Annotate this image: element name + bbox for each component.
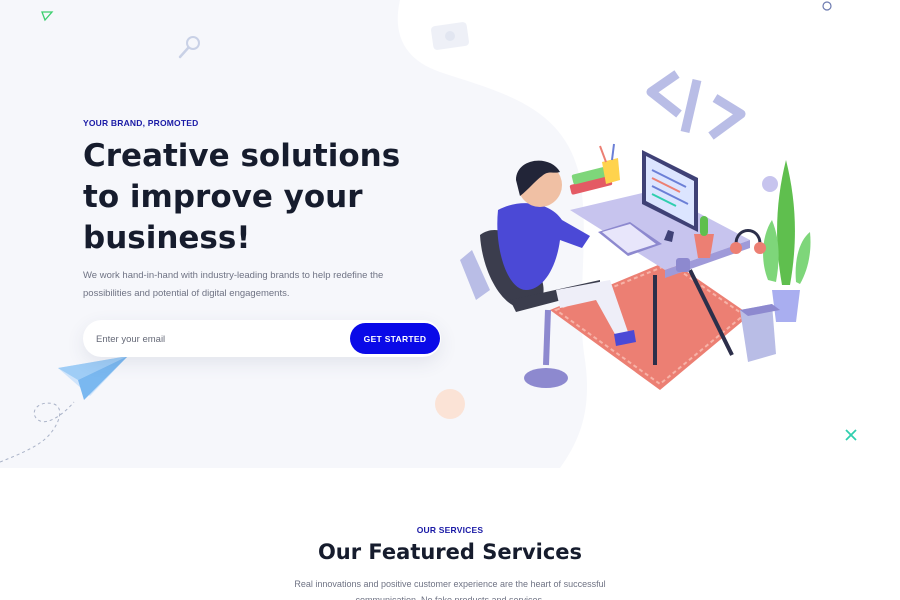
triangle-icon [41, 11, 54, 22]
hero-title: Creative solutions to improve your busin… [83, 138, 401, 256]
hero-section: YOUR BRAND, PROMOTED Creative solutions … [0, 0, 900, 468]
close-x-icon [845, 429, 857, 441]
email-input[interactable] [96, 329, 336, 349]
magnifier-icon [178, 36, 200, 59]
email-subscribe-form: GET STARTED [83, 320, 441, 357]
services-kicker: OUR SERVICES [416, 525, 484, 535]
hero-kicker: YOUR BRAND, PROMOTED [83, 118, 199, 128]
circle-icon [822, 1, 832, 11]
card-icon [431, 22, 469, 50]
hero-description: We work hand-in-hand with industry-leadi… [83, 270, 384, 299]
services-description: Real innovations and positive customer e… [294, 579, 606, 600]
code-brackets-icon [646, 70, 746, 140]
get-started-button[interactable]: GET STARTED [350, 323, 440, 354]
services-title: Our Featured Services [317, 540, 583, 564]
paper-plane-icon [0, 356, 128, 463]
workspace-illustration [460, 143, 811, 390]
